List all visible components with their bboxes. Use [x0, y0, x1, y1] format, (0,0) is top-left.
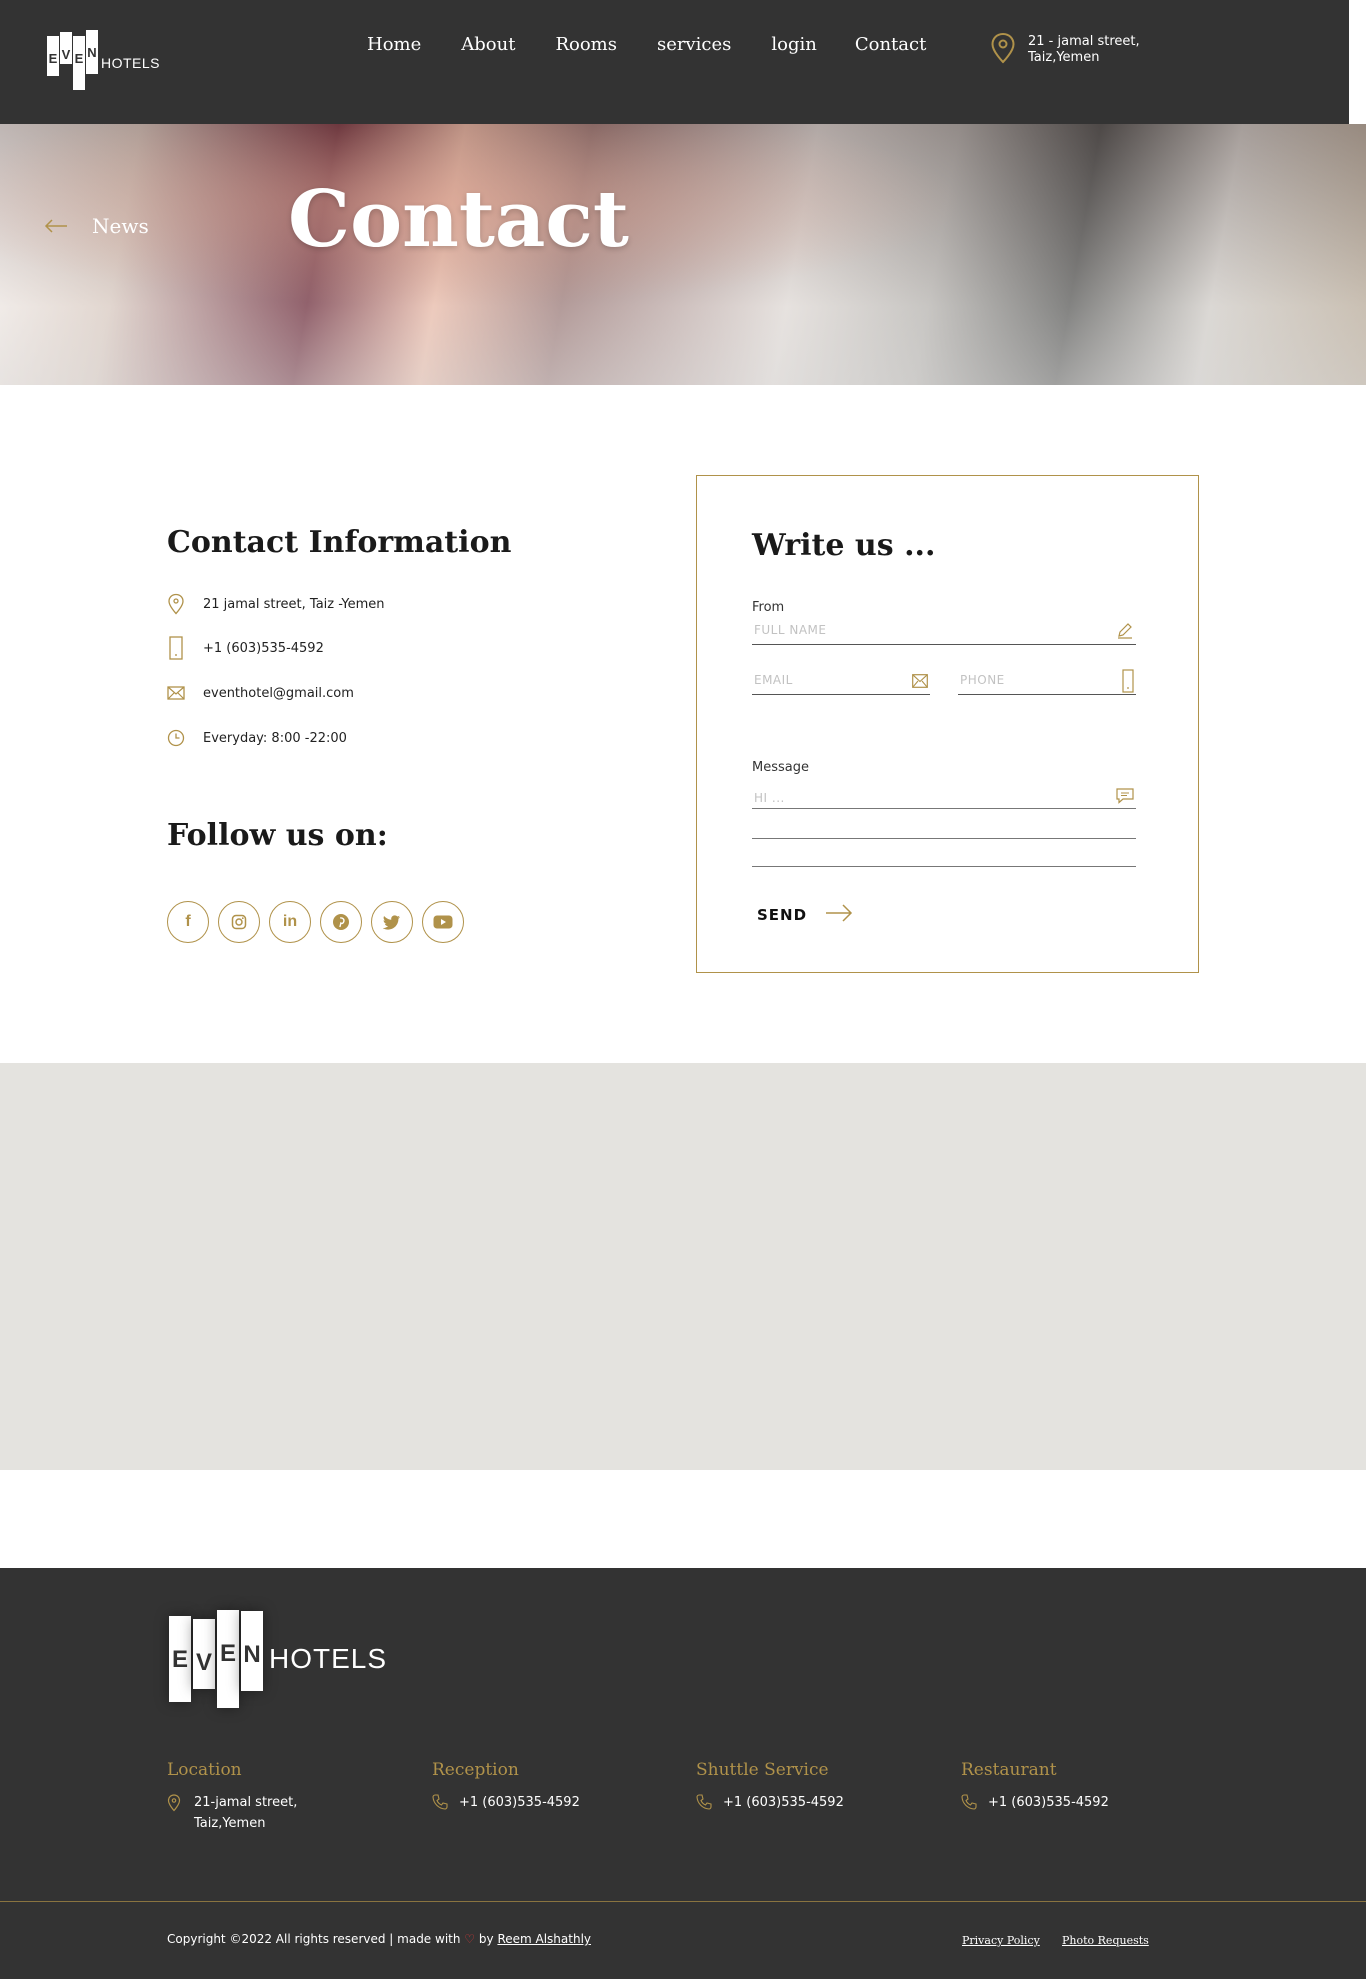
social-links: f in	[167, 901, 473, 943]
message-line	[752, 838, 1136, 839]
pencil-icon	[1116, 621, 1134, 643]
logo-letter: N	[86, 30, 98, 74]
phone-field[interactable]: PHONE	[958, 669, 1136, 695]
arrow-left-icon	[44, 214, 68, 238]
footer-reception-phone[interactable]: +1 (603)535-4592	[459, 1792, 580, 1813]
full-name-placeholder: FULL NAME	[754, 623, 827, 637]
copyright: Copyright ©2022 All rights reserved | ma…	[167, 1932, 591, 1946]
follow-us-title: Follow us on:	[167, 818, 388, 853]
contact-address: 21 jamal street, Taiz -Yemen	[167, 593, 385, 615]
youtube-icon[interactable]	[422, 901, 464, 943]
linkedin-icon[interactable]: in	[269, 901, 311, 943]
footer-divider	[0, 1901, 1366, 1902]
contact-hours-text: Everyday: 8:00 -22:00	[203, 730, 347, 746]
phone-icon	[961, 1792, 977, 1817]
footer-reception-title: Reception	[432, 1760, 519, 1780]
phone-placeholder: PHONE	[960, 673, 1005, 687]
contact-info-title: Contact Information	[167, 525, 512, 560]
back-label: News	[92, 214, 149, 238]
footer-location-line2: Taiz,Yemen	[194, 1816, 266, 1831]
mobile-phone-icon	[1122, 669, 1134, 697]
footer-location-line1: 21-jamal street,	[194, 1795, 298, 1810]
contact-hours: Everyday: 8:00 -22:00	[167, 728, 347, 748]
nav-home[interactable]: Home	[367, 34, 421, 55]
map-area[interactable]	[0, 1063, 1366, 1470]
site-footer: E V E N HOTELS Location 21-jamal street,…	[0, 1568, 1366, 1979]
footer-shuttle-title: Shuttle Service	[696, 1760, 829, 1780]
hero-banner: News Contact	[0, 124, 1366, 385]
footer-location: Location 21-jamal street, Taiz,Yemen	[167, 1760, 407, 1834]
nav-contact[interactable]: Contact	[855, 34, 926, 55]
page-title: Contact	[288, 174, 629, 265]
contact-phone[interactable]: +1 (603)535-4592	[167, 636, 324, 660]
email-placeholder: EMAIL	[754, 673, 793, 687]
footer-shuttle: Shuttle Service +1 (603)535-4592	[696, 1760, 936, 1817]
chat-bubble-icon	[1116, 788, 1134, 808]
contact-email-text: eventhotel@gmail.com	[203, 685, 354, 701]
message-line	[752, 866, 1136, 867]
privacy-policy-link[interactable]: Privacy Policy	[962, 1934, 1040, 1947]
logo-letter: E	[217, 1610, 239, 1708]
footer-restaurant-phone[interactable]: +1 (603)535-4592	[988, 1792, 1109, 1813]
footer-restaurant-title: Restaurant	[961, 1760, 1057, 1780]
nav-rooms[interactable]: Rooms	[555, 34, 617, 55]
footer-location-title: Location	[167, 1760, 242, 1780]
message-placeholder: HI ...	[754, 791, 785, 805]
copyright-text: Copyright ©2022 All rights reserved | ma…	[167, 1932, 461, 1946]
footer-reception: Reception +1 (603)535-4592	[432, 1760, 672, 1817]
facebook-icon[interactable]: f	[167, 901, 209, 943]
header-address-line1: 21 - jamal street,	[1028, 34, 1140, 49]
site-header: E V E N HOTELS Home About Rooms services…	[0, 0, 1349, 124]
contact-email[interactable]: eventhotel@gmail.com	[167, 683, 354, 703]
mobile-phone-icon	[167, 636, 185, 660]
nav-about[interactable]: About	[461, 34, 515, 55]
back-to-news-link[interactable]: News	[44, 214, 149, 238]
author-link[interactable]: Reem Alshathly	[497, 1932, 591, 1946]
from-label: From	[752, 600, 785, 615]
envelope-icon	[912, 673, 928, 692]
logo-mark: E V E N	[47, 30, 98, 90]
logo-letter: E	[47, 36, 59, 76]
footer-restaurant: Restaurant +1 (603)535-4592	[961, 1760, 1201, 1817]
arrow-right-icon	[825, 904, 853, 926]
footer-shuttle-phone[interactable]: +1 (603)535-4592	[723, 1792, 844, 1813]
full-name-field[interactable]: FULL NAME	[752, 619, 1136, 645]
logo-letter: V	[193, 1619, 215, 1689]
envelope-icon	[167, 683, 185, 703]
phone-icon	[696, 1792, 712, 1817]
pinterest-icon[interactable]	[320, 901, 362, 943]
header-address-line2: Taiz,Yemen	[1028, 50, 1100, 65]
contact-form: Write us ... From FULL NAME EMAIL PHONE …	[696, 475, 1199, 973]
location-pin-icon	[167, 1792, 183, 1819]
logo-letter: N	[241, 1611, 263, 1691]
logo-letter: E	[73, 36, 85, 90]
logo-text: HOTELS	[101, 55, 161, 71]
logo-letter: E	[169, 1616, 191, 1702]
logo-letter: V	[60, 32, 72, 64]
clock-icon	[167, 728, 185, 748]
message-field[interactable]: HI ...	[752, 785, 1136, 809]
nav-login[interactable]: login	[771, 34, 816, 55]
email-field[interactable]: EMAIL	[752, 669, 930, 695]
phone-icon	[432, 1792, 448, 1817]
header-address: 21 - jamal street, Taiz,Yemen	[990, 32, 1140, 68]
twitter-icon[interactable]	[371, 901, 413, 943]
copyright-by: by	[478, 1932, 494, 1946]
form-title: Write us ...	[752, 528, 936, 563]
contact-phone-text: +1 (603)535-4592	[203, 640, 324, 656]
contact-address-text: 21 jamal street, Taiz -Yemen	[203, 596, 385, 612]
main-nav: Home About Rooms services login Contact	[367, 34, 964, 55]
location-pin-icon	[990, 32, 1016, 68]
message-label: Message	[752, 760, 809, 775]
nav-services[interactable]: services	[657, 34, 731, 55]
send-label: SEND	[757, 906, 808, 924]
photo-requests-link[interactable]: Photo Requests	[1062, 1934, 1149, 1947]
footer-logo[interactable]: E V E N HOTELS	[169, 1610, 387, 1708]
instagram-icon[interactable]	[218, 901, 260, 943]
location-pin-icon	[167, 593, 185, 615]
logo-text: HOTELS	[269, 1643, 388, 1674]
send-button[interactable]: SEND	[757, 904, 853, 926]
brand-logo[interactable]: E V E N HOTELS	[47, 30, 161, 90]
heart-icon: ♡	[464, 1932, 476, 1946]
